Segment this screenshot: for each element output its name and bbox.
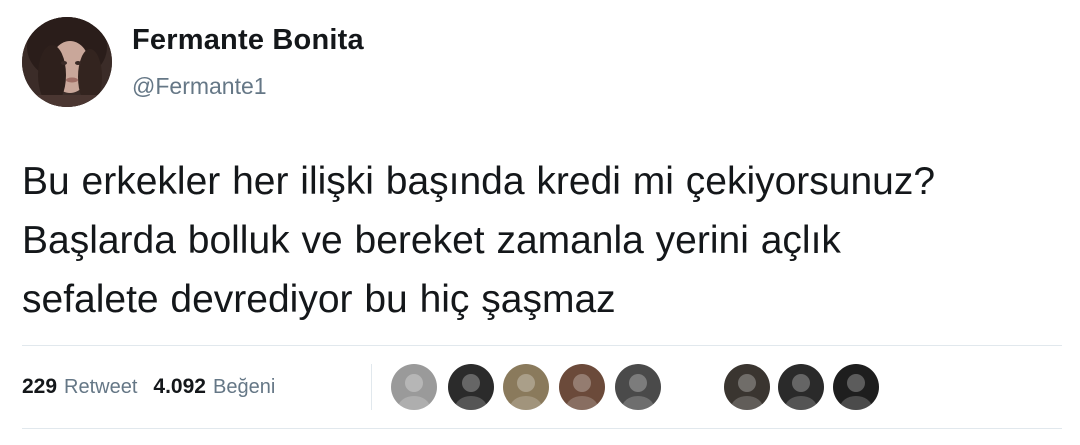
avatar-photo-icon: [833, 364, 879, 410]
display-name[interactable]: Fermante Bonita: [132, 24, 364, 57]
liker-avatar-8[interactable]: [831, 362, 881, 412]
avatar-photo-icon: [22, 17, 112, 107]
liker-avatars: [0, 362, 1080, 412]
liker-avatar-5[interactable]: [613, 362, 663, 412]
divider: [22, 428, 1062, 429]
liker-avatar-1[interactable]: [389, 362, 439, 412]
liker-avatar-3[interactable]: [501, 362, 551, 412]
liker-avatar-6[interactable]: [722, 362, 772, 412]
tweet-card: Fermante Bonita @Fermante1 Bu erkekler h…: [0, 0, 1080, 445]
liker-avatar-4[interactable]: [557, 362, 607, 412]
user-handle[interactable]: @Fermante1: [132, 73, 267, 100]
user-avatar[interactable]: [22, 17, 112, 107]
avatar-photo-icon: [778, 364, 824, 410]
avatar-photo-icon: [448, 364, 494, 410]
liker-avatar-2[interactable]: [446, 362, 496, 412]
liker-avatar-7[interactable]: [776, 362, 826, 412]
avatar-photo-icon: [724, 364, 770, 410]
tweet-text-line: Başlarda bolluk ve bereket zamanla yerin…: [22, 219, 841, 262]
tweet-text-line: sefalete devrediyor bu hiç şaşmaz: [22, 278, 616, 321]
divider: [22, 345, 1062, 346]
tweet-text-line: Bu erkekler her ilişki başında kredi mi …: [22, 160, 936, 203]
avatar-photo-icon: [503, 364, 549, 410]
tweet-text: Bu erkekler her ilişki başında kredi mi …: [22, 152, 1062, 329]
avatar-photo-icon: [559, 364, 605, 410]
avatar-photo-icon: [391, 364, 437, 410]
avatar-photo-icon: [615, 364, 661, 410]
